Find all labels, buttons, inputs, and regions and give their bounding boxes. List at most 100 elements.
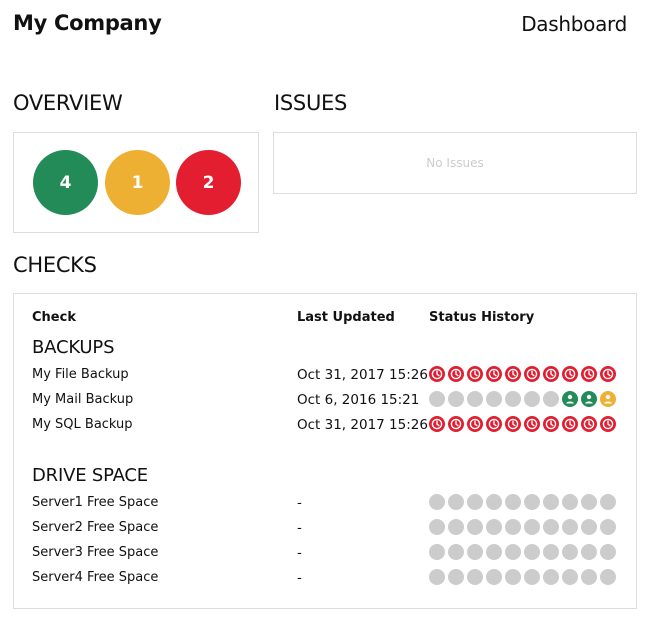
last-updated-value: Oct 31, 2017 15:26: [297, 367, 428, 383]
status-dot-critical[interactable]: [581, 366, 597, 382]
status-dot-critical[interactable]: [486, 366, 502, 382]
status-dot-unknown[interactable]: [505, 569, 521, 585]
status-dot-unknown[interactable]: [486, 544, 502, 560]
status-dot-critical[interactable]: [600, 416, 616, 432]
status-dot-unknown[interactable]: [524, 391, 540, 407]
warning-count-badge[interactable]: 1: [105, 150, 170, 215]
nav-dashboard-link[interactable]: Dashboard: [521, 12, 627, 36]
check-label[interactable]: Server3 Free Space: [32, 545, 158, 560]
status-dot-unknown[interactable]: [467, 494, 483, 510]
status-dot-critical[interactable]: [543, 416, 559, 432]
status-dot-unknown[interactable]: [581, 544, 597, 560]
column-header-status-history: Status History: [429, 310, 535, 325]
status-dot-unknown[interactable]: [467, 544, 483, 560]
check-label[interactable]: My File Backup: [32, 367, 129, 382]
status-dot-unknown[interactable]: [448, 544, 464, 560]
status-dot-warning[interactable]: [600, 391, 616, 407]
status-dot-unknown[interactable]: [543, 494, 559, 510]
status-dot-unknown[interactable]: [581, 569, 597, 585]
status-dot-unknown[interactable]: [448, 494, 464, 510]
status-dot-unknown[interactable]: [562, 494, 578, 510]
status-history: [429, 519, 616, 535]
no-issues-text: No Issues: [426, 156, 484, 170]
status-dot-unknown[interactable]: [467, 569, 483, 585]
status-dot-critical[interactable]: [505, 416, 521, 432]
check-label[interactable]: Server4 Free Space: [32, 570, 158, 585]
status-dot-unknown[interactable]: [505, 391, 521, 407]
status-dot-unknown[interactable]: [600, 544, 616, 560]
clock-icon: [564, 418, 576, 430]
clock-icon: [431, 368, 443, 380]
status-dot-unknown[interactable]: [486, 391, 502, 407]
status-dot-critical[interactable]: [505, 366, 521, 382]
check-label[interactable]: Server2 Free Space: [32, 520, 158, 535]
check-label[interactable]: My SQL Backup: [32, 417, 133, 432]
status-dot-unknown[interactable]: [600, 569, 616, 585]
status-history: [429, 416, 616, 432]
status-dot-critical[interactable]: [524, 416, 540, 432]
status-dot-unknown[interactable]: [562, 544, 578, 560]
critical-count-badge[interactable]: 2: [176, 150, 241, 215]
status-dot-unknown[interactable]: [524, 494, 540, 510]
clock-icon: [602, 368, 614, 380]
status-dot-critical[interactable]: [467, 366, 483, 382]
status-dot-unknown[interactable]: [543, 569, 559, 585]
clock-icon: [602, 418, 614, 430]
status-dot-unknown[interactable]: [524, 544, 540, 560]
status-dot-unknown[interactable]: [524, 519, 540, 535]
status-dot-unknown[interactable]: [429, 544, 445, 560]
status-dot-unknown[interactable]: [429, 494, 445, 510]
status-dot-unknown[interactable]: [448, 519, 464, 535]
clock-icon: [488, 418, 500, 430]
status-dot-unknown[interactable]: [448, 569, 464, 585]
status-dot-unknown[interactable]: [562, 569, 578, 585]
status-dot-ok[interactable]: [562, 391, 578, 407]
status-dot-unknown[interactable]: [486, 494, 502, 510]
clock-icon: [488, 368, 500, 380]
status-dot-critical[interactable]: [543, 366, 559, 382]
status-dot-unknown[interactable]: [467, 391, 483, 407]
status-dot-unknown[interactable]: [505, 494, 521, 510]
status-dot-unknown[interactable]: [562, 519, 578, 535]
status-dot-critical[interactable]: [562, 416, 578, 432]
status-dot-unknown[interactable]: [505, 519, 521, 535]
status-dot-unknown[interactable]: [505, 544, 521, 560]
status-dot-unknown[interactable]: [429, 519, 445, 535]
status-dot-unknown[interactable]: [524, 569, 540, 585]
user-icon: [564, 393, 576, 405]
status-dot-unknown[interactable]: [581, 519, 597, 535]
status-dot-unknown[interactable]: [581, 494, 597, 510]
status-dot-unknown[interactable]: [600, 494, 616, 510]
status-dot-unknown[interactable]: [600, 519, 616, 535]
last-updated-value: -: [297, 495, 302, 511]
status-dot-ok[interactable]: [581, 391, 597, 407]
column-header-last-updated: Last Updated: [297, 310, 395, 325]
check-label[interactable]: Server1 Free Space: [32, 495, 158, 510]
status-dot-unknown[interactable]: [486, 569, 502, 585]
status-dot-unknown[interactable]: [543, 519, 559, 535]
status-dot-critical[interactable]: [600, 366, 616, 382]
status-dot-critical[interactable]: [448, 366, 464, 382]
ok-count-badge[interactable]: 4: [33, 150, 98, 215]
clock-icon: [431, 418, 443, 430]
status-dot-critical[interactable]: [429, 366, 445, 382]
status-dot-unknown[interactable]: [486, 519, 502, 535]
status-dot-critical[interactable]: [486, 416, 502, 432]
status-dot-unknown[interactable]: [543, 544, 559, 560]
status-dot-critical[interactable]: [467, 416, 483, 432]
status-history: [429, 569, 616, 585]
status-dot-critical[interactable]: [581, 416, 597, 432]
status-dot-unknown[interactable]: [429, 569, 445, 585]
status-dot-critical[interactable]: [429, 416, 445, 432]
clock-icon: [564, 368, 576, 380]
overview-panel: 4 1 2: [13, 132, 259, 233]
status-dot-critical[interactable]: [562, 366, 578, 382]
status-dot-critical[interactable]: [448, 416, 464, 432]
clock-icon: [583, 368, 595, 380]
check-label[interactable]: My Mail Backup: [32, 392, 133, 407]
status-dot-unknown[interactable]: [543, 391, 559, 407]
status-dot-unknown[interactable]: [448, 391, 464, 407]
status-dot-critical[interactable]: [524, 366, 540, 382]
status-dot-unknown[interactable]: [429, 391, 445, 407]
status-dot-unknown[interactable]: [467, 519, 483, 535]
